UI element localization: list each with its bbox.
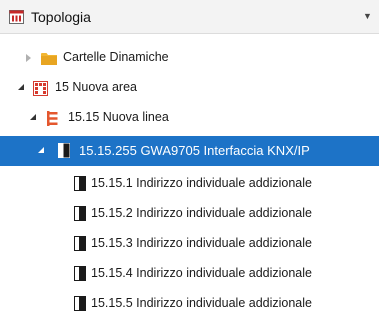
tree-item-area[interactable]: 15 Nuova area [0, 73, 379, 103]
panel-header: Topologia ▼ [0, 0, 379, 34]
device-icon [74, 236, 86, 251]
tree-item-cartelle-dinamiche[interactable]: Cartelle Dinamiche [0, 43, 379, 73]
tree-item-label: 15.15.3 Indirizzo individuale addizional… [91, 236, 312, 250]
device-icon [58, 143, 70, 158]
line-icon [47, 111, 58, 126]
device-icon [74, 176, 86, 191]
collapse-arrow-icon[interactable] [30, 114, 36, 120]
device-icon [74, 206, 86, 221]
tree-item-device[interactable]: 15.15.3 Indirizzo individuale addizional… [0, 229, 379, 259]
tree-item-device[interactable]: 15.15.5 Indirizzo individuale addizional… [0, 289, 379, 319]
collapse-arrow-icon[interactable] [38, 147, 44, 153]
tree-item-label: 15.15.1 Indirizzo individuale addizional… [91, 176, 312, 190]
tree-item-label: 15 Nuova area [55, 80, 138, 94]
panel-title: Topologia [31, 9, 91, 25]
device-icon [74, 296, 86, 311]
tree-item-device[interactable]: 15.15.2 Indirizzo individuale addizional… [0, 199, 379, 229]
topology-panel: Topologia ▼ Cartelle Dinamiche 15 Nuova … [0, 0, 379, 320]
tree-item-device-selected[interactable]: 15.15.255 GWA9705 Interfaccia KNX/IP [0, 136, 379, 166]
area-icon [33, 81, 48, 96]
collapse-arrow-icon[interactable] [18, 84, 24, 90]
tree-item-label: 15.15 Nuova linea [68, 110, 169, 124]
device-icon [74, 266, 86, 281]
tree-item-label: 15.15.5 Indirizzo individuale addizional… [91, 296, 312, 310]
tree-item-label: 15.15.255 GWA9705 Interfaccia KNX/IP [79, 143, 310, 158]
tree-item-device[interactable]: 15.15.1 Indirizzo individuale addizional… [0, 169, 379, 199]
tree-item-device[interactable]: 15.15.4 Indirizzo individuale addizional… [0, 259, 379, 289]
tree-item-line[interactable]: 15.15 Nuova linea [0, 103, 379, 133]
tree-item-label: 15.15.2 Indirizzo individuale addizional… [91, 206, 312, 220]
expand-arrow-icon[interactable] [26, 54, 31, 62]
tree-item-label: Cartelle Dinamiche [63, 50, 169, 64]
folder-icon [41, 53, 57, 65]
tree-item-label: 15.15.4 Indirizzo individuale addizional… [91, 266, 312, 280]
topology-icon [9, 10, 24, 24]
chevron-down-icon[interactable]: ▼ [363, 11, 372, 21]
